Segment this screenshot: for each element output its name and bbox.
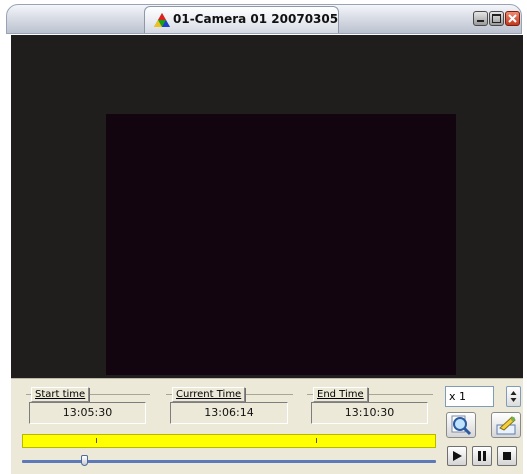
close-icon: [508, 14, 517, 23]
search-button[interactable]: [446, 412, 476, 438]
window-title: 01-Camera 01 20070305: [173, 12, 339, 26]
end-time-label: End Time: [313, 387, 368, 402]
pause-icon: [478, 451, 486, 461]
start-time-label: Start time: [31, 387, 90, 402]
timeline-marker: [316, 438, 317, 443]
video-viewport[interactable]: [11, 35, 523, 378]
timeline-marker: [96, 438, 97, 443]
close-button[interactable]: [505, 11, 520, 26]
up-down-arrows-icon: [510, 391, 517, 402]
magnifier-icon: [451, 415, 472, 436]
recording-timeline[interactable]: [22, 434, 436, 448]
seek-slider-thumb[interactable]: [81, 455, 88, 466]
stop-button[interactable]: [497, 446, 517, 466]
minimize-icon: [477, 20, 484, 22]
pause-button[interactable]: [472, 446, 492, 466]
end-time-value: 13:10:30: [311, 402, 428, 424]
snapshot-icon: [496, 416, 516, 435]
current-time-value: 13:06:14: [170, 402, 288, 424]
maximize-icon: [492, 14, 501, 23]
speed-select[interactable]: x 1: [445, 386, 494, 407]
current-time-label: Current Time: [172, 387, 246, 402]
stop-icon: [503, 452, 511, 460]
player-window: 01-Camera 01 20070305 Start time 13:05:3…: [0, 0, 527, 474]
play-icon: [453, 451, 462, 461]
speed-spin-button[interactable]: [506, 386, 521, 407]
play-button[interactable]: [447, 446, 467, 466]
start-time-value: 13:05:30: [29, 402, 146, 424]
minimize-button[interactable]: [473, 11, 488, 26]
video-frame: [106, 114, 456, 375]
snapshot-button[interactable]: [491, 412, 521, 438]
maximize-button[interactable]: [489, 11, 504, 26]
rgb-triangle-icon: [154, 13, 170, 27]
